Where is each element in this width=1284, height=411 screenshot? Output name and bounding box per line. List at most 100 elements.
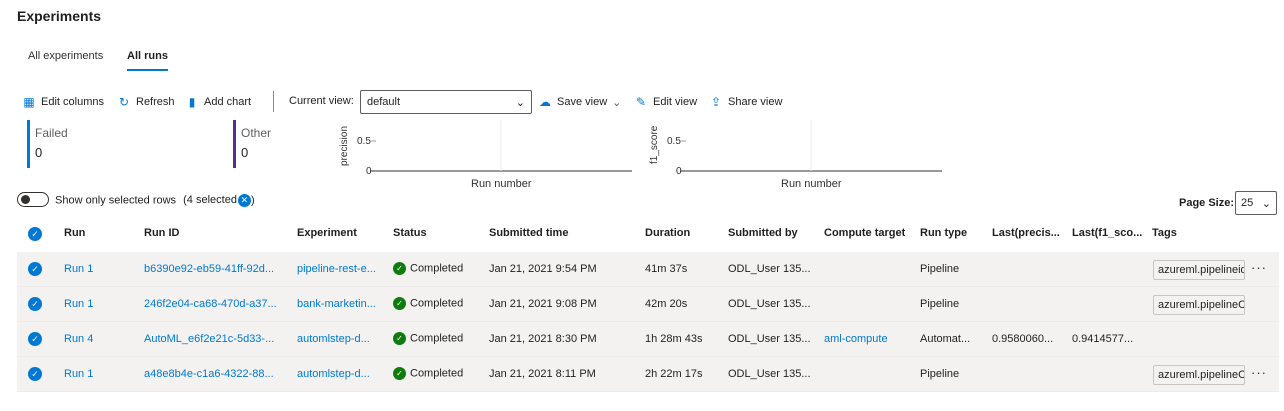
column-header-run-type[interactable]: Run type xyxy=(920,227,967,239)
f1-score-cell: 0.9414577... xyxy=(1072,333,1134,345)
share-icon: ⇪ xyxy=(710,95,722,109)
failed-tile: Failed 0 xyxy=(27,120,207,168)
f1-score-chart[interactable]: f1_score 0.5 0 Run number xyxy=(640,118,945,193)
row-checkbox[interactable]: ✓ xyxy=(28,297,42,311)
failed-tile-label: Failed xyxy=(35,126,68,140)
submitted-time-cell: Jan 21, 2021 8:11 PM xyxy=(489,368,596,380)
column-header-submitted-time[interactable]: Submitted time xyxy=(489,227,568,239)
experiment-link[interactable]: bank-marketin... xyxy=(297,298,385,310)
tab-all-experiments[interactable]: All experiments xyxy=(28,50,103,62)
edit-view-button[interactable]: ✎ Edit view xyxy=(634,95,697,109)
bar-chart-icon: ▮ xyxy=(188,95,196,109)
experiment-link[interactable]: pipeline-rest-e... xyxy=(297,263,385,275)
run-link[interactable]: Run 1 xyxy=(64,298,134,310)
row-checkbox[interactable]: ✓ xyxy=(28,332,42,346)
current-view-value: default xyxy=(367,96,401,108)
duration-cell: 1h 28m 43s xyxy=(645,333,703,345)
precision-chart[interactable]: precision 0.5 0 Run number xyxy=(330,118,635,193)
select-all-checkbox[interactable]: ✓ xyxy=(28,227,42,241)
tag-text: azureml.pipelineC xyxy=(1158,299,1245,311)
column-header-last-precision[interactable]: Last(precis... xyxy=(992,227,1060,239)
more-options-icon[interactable]: ··· xyxy=(1251,365,1267,380)
tag-chip[interactable]: azureml.pipelineid xyxy=(1153,260,1245,280)
other-tile-value: 0 xyxy=(241,145,249,160)
column-header-compute-target[interactable]: Compute target xyxy=(824,227,905,239)
failed-tile-bar xyxy=(27,120,30,168)
page-size-value: 25 xyxy=(1241,197,1254,209)
share-view-button[interactable]: ⇪ Share view xyxy=(709,95,782,109)
chart-x-axis-label: Run number xyxy=(471,178,532,190)
save-view-button[interactable]: ☁ Save view ⌄ xyxy=(538,95,621,109)
failed-tile-value: 0 xyxy=(35,145,43,160)
selection-filter: Show only selected rows (4 selected ✕) xyxy=(55,194,255,207)
status-text: Completed xyxy=(410,297,464,310)
check-circle-icon: ✓ xyxy=(393,367,406,380)
toolbar-divider xyxy=(273,91,274,112)
row-divider xyxy=(17,391,1279,392)
clear-selection-icon[interactable]: ✕ xyxy=(237,194,251,207)
table-icon: ▦ xyxy=(23,95,35,109)
run-type-cell: Pipeline xyxy=(920,263,960,275)
tag-text: azureml.pipelineid xyxy=(1158,264,1245,276)
chevron-down-icon: ⌄ xyxy=(515,96,525,109)
chart-x-axis-label: Run number xyxy=(781,178,842,190)
run-link[interactable]: Run 4 xyxy=(64,333,134,345)
page-title: Experiments xyxy=(17,8,102,24)
chart-y-axis-label: precision xyxy=(339,125,350,166)
active-tab-indicator xyxy=(127,69,168,71)
run-link[interactable]: Run 1 xyxy=(64,368,134,380)
run-id-link[interactable]: 246f2e04-ca68-470d-a37... xyxy=(144,298,292,310)
column-header-experiment[interactable]: Experiment xyxy=(297,227,357,239)
status-cell: ✓ Completed xyxy=(393,367,483,380)
tag-chip[interactable]: azureml.pipelineC xyxy=(1153,365,1245,385)
row-checkbox[interactable]: ✓ xyxy=(28,262,42,276)
status-text: Completed xyxy=(410,262,464,275)
run-id-link[interactable]: AutoML_e6f2e21c-5d33-... xyxy=(144,333,292,345)
save-view-label: Save view xyxy=(557,96,608,108)
submitted-time-cell: Jan 21, 2021 9:08 PM xyxy=(489,298,597,310)
compute-target-link[interactable]: aml-compute xyxy=(824,333,914,345)
edit-view-label: Edit view xyxy=(653,96,698,108)
check-circle-icon: ✓ xyxy=(393,297,406,310)
precision-chart-plot xyxy=(370,120,632,172)
show-selected-toggle[interactable] xyxy=(17,192,49,207)
run-type-cell: Pipeline xyxy=(920,298,960,310)
tag-text: azureml.pipelineC xyxy=(1158,369,1245,381)
run-type-cell: Pipeline xyxy=(920,368,960,380)
run-id-link[interactable]: b6390e92-eb59-41ff-92d... xyxy=(144,263,292,275)
tag-chip[interactable]: azureml.pipelineC xyxy=(1153,295,1245,315)
run-type-cell: Automat... xyxy=(920,333,971,345)
experiment-link[interactable]: automlstep-d... xyxy=(297,333,385,345)
more-options-icon[interactable]: ··· xyxy=(1251,260,1267,275)
column-header-run-id[interactable]: Run ID xyxy=(144,227,179,239)
other-tile-bar xyxy=(233,120,236,168)
submitted-time-cell: Jan 21, 2021 8:30 PM xyxy=(489,333,597,345)
status-cell: ✓ Completed xyxy=(393,332,483,345)
current-view-select[interactable]: default ⌄ xyxy=(360,90,532,114)
page-size-select[interactable]: 25 ⌄ xyxy=(1235,191,1277,215)
refresh-label: Refresh xyxy=(136,96,175,108)
column-header-last-f1-score[interactable]: Last(f1_sco... xyxy=(1072,227,1142,239)
run-id-link[interactable]: a48e8b4e-c1a6-4322-88... xyxy=(144,368,292,380)
row-checkbox[interactable]: ✓ xyxy=(28,367,42,381)
duration-cell: 2h 22m 17s xyxy=(645,368,703,380)
edit-columns-button[interactable]: ▦ Edit columns xyxy=(22,95,104,109)
chart-tick-label: 0.5 xyxy=(357,136,371,147)
column-header-tags[interactable]: Tags xyxy=(1152,227,1177,239)
experiment-link[interactable]: automlstep-d... xyxy=(297,368,385,380)
status-text: Completed xyxy=(410,367,464,380)
column-header-duration[interactable]: Duration xyxy=(645,227,690,239)
column-header-status[interactable]: Status xyxy=(393,227,427,239)
run-link[interactable]: Run 1 xyxy=(64,263,134,275)
edit-columns-label: Edit columns xyxy=(41,96,104,108)
column-header-submitted-by[interactable]: Submitted by xyxy=(728,227,798,239)
chevron-down-icon: ⌄ xyxy=(1261,197,1271,210)
share-view-label: Share view xyxy=(728,96,783,108)
status-text: Completed xyxy=(410,332,464,345)
column-header-run[interactable]: Run xyxy=(64,227,85,239)
tab-all-runs[interactable]: All runs xyxy=(127,50,168,62)
submitted-by-cell: ODL_User 135... xyxy=(728,368,811,380)
add-chart-button[interactable]: ▮ Add chart xyxy=(185,95,251,109)
refresh-button[interactable]: ↻ Refresh xyxy=(117,95,175,109)
page-size-label: Page Size: xyxy=(1179,197,1235,209)
